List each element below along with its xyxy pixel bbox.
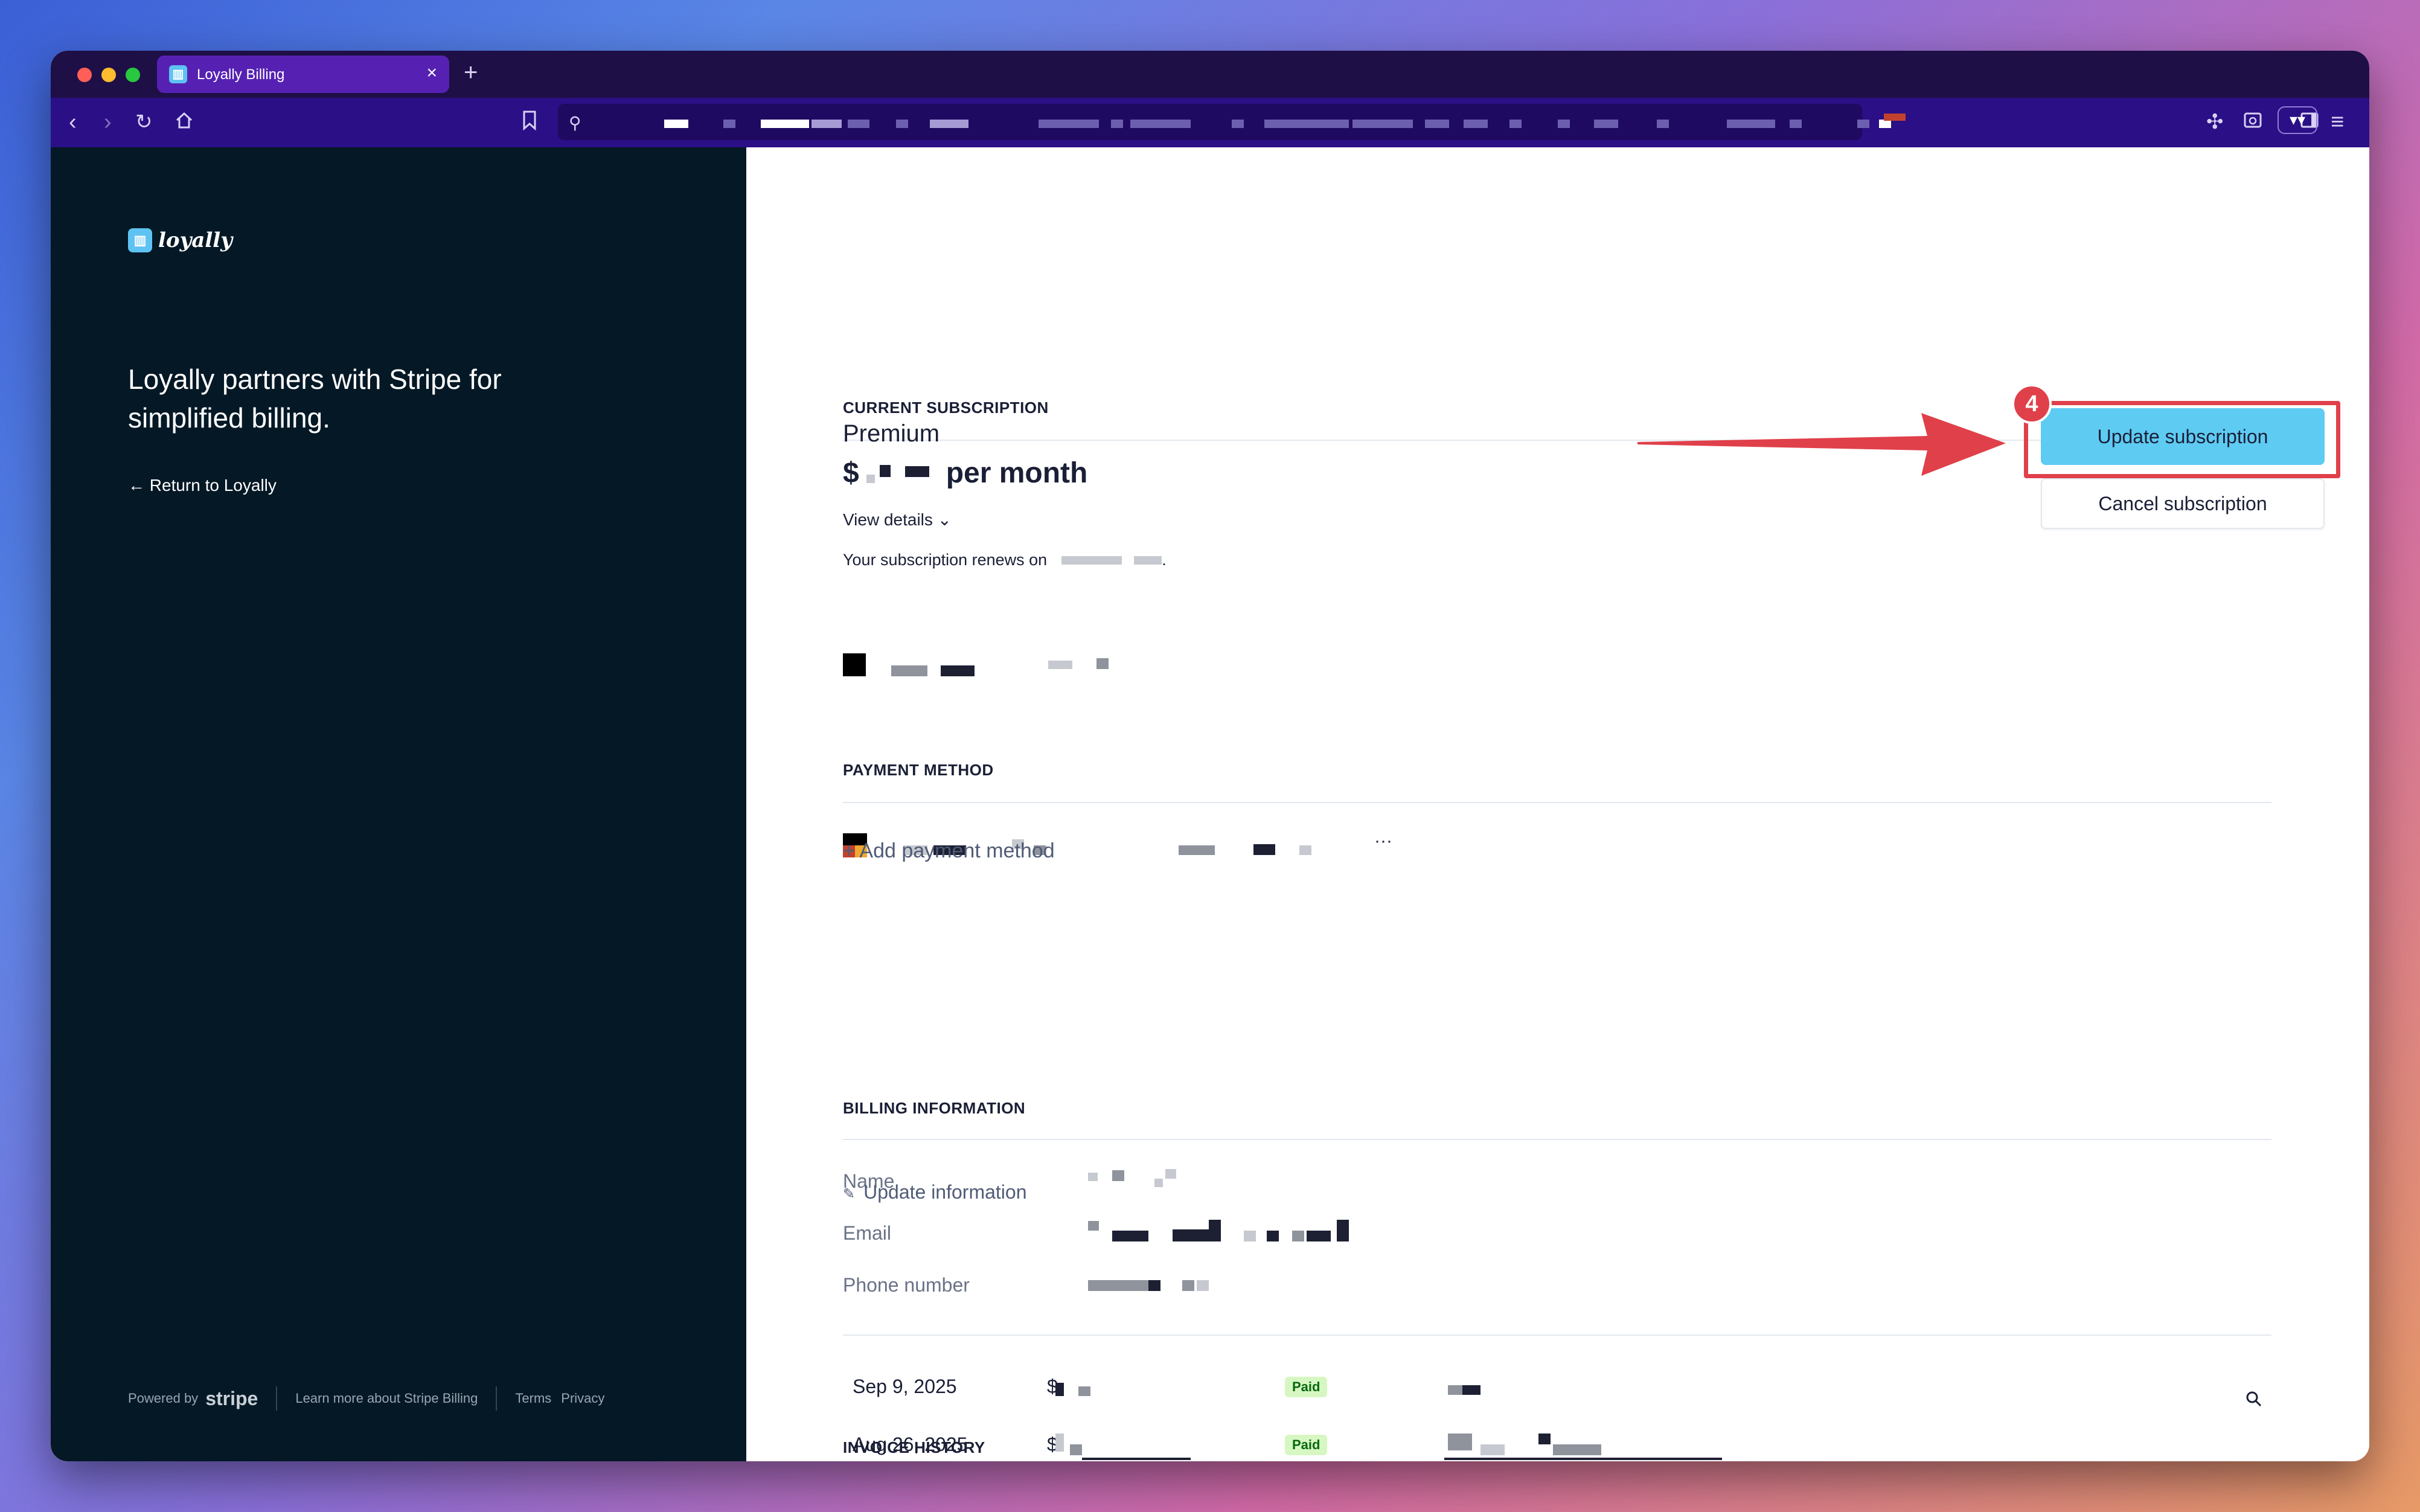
privacy-link[interactable]: Privacy [561,1391,604,1406]
invoice-list: Sep 9, 2025 $ Paid Aug 26, 2025 $ Paid [746,1295,2369,1461]
step-number-badge: 4 [2012,384,2052,424]
close-window-button[interactable] [77,68,92,82]
extensions-icon[interactable]: ✣ [2206,110,2224,134]
reader-view-icon[interactable] [2242,110,2263,135]
price-period: per month [946,457,1088,489]
return-link[interactable]: ← Return to Loyally [128,476,277,495]
phone-label: Phone number [843,1274,970,1296]
powered-by-text: Powered by [128,1391,199,1406]
home-icon[interactable] [174,110,194,135]
more-options-icon[interactable]: ··· [1374,831,1392,851]
back-icon[interactable]: ‹ [69,110,77,134]
section-title-payment: PAYMENT METHOD [843,761,994,779]
status-badge: Paid [1285,1377,1328,1397]
footer-divider [276,1386,278,1411]
invoice-row[interactable]: Sep 9, 2025 $ Paid [853,1376,2241,1406]
plan-price: $ per month [843,456,1087,490]
sidebar: ▥ loyally Loyally partners with Stripe f… [51,147,746,1461]
tab-title: Loyally Billing [197,66,285,83]
bookmark-icon[interactable] [520,110,539,135]
menu-icon[interactable]: ≡ [2331,110,2344,134]
browser-titlebar: ▥ Loyally Billing × + [51,51,2369,98]
annotation-highlight [2024,401,2340,478]
logo-text: loyally [158,228,232,252]
tab-loyally-billing[interactable]: ▥ Loyally Billing × [157,56,449,93]
sidebar-headline: Loyally partners with Stripe for simplif… [128,364,502,434]
minimize-window-button[interactable] [101,68,116,82]
divider [843,802,2271,803]
section-title-subscription: CURRENT SUBSCRIPTION [843,399,1049,417]
profile-icon[interactable]: ▾▾ [2278,106,2317,134]
loyally-logo-icon: ▥ [128,228,152,252]
cancel-subscription-button[interactable]: Cancel subscription [2041,478,2325,529]
learn-more-link[interactable]: Learn more about Stripe Billing [295,1391,478,1406]
plan-name: Premium [843,420,940,447]
invoice-date: Aug 26, 2025 [853,1434,968,1455]
status-badge: Paid [1285,1435,1328,1455]
terms-link[interactable]: Terms [515,1391,551,1406]
stripe-logo[interactable]: stripe [205,1388,258,1410]
divider [843,1334,2271,1336]
sidebar-footer: Powered by stripe Learn more about Strip… [128,1386,604,1411]
new-tab-button[interactable]: + [464,59,478,86]
invoice-date: Sep 9, 2025 [853,1376,957,1397]
footer-divider [496,1386,498,1411]
email-label: Email [843,1222,892,1244]
zoom-window-button[interactable] [126,68,140,82]
tab-close-icon[interactable]: × [426,64,437,82]
annotation-arrow [1637,413,2012,479]
renewal-text: Your subscription renews on . [843,551,1167,569]
update-information-link[interactable]: ✎ Update information [843,1181,1026,1203]
address-bar[interactable]: ⚲ [558,104,1906,140]
loyally-favicon-icon: ▥ [169,65,187,83]
browser-window: ▥ Loyally Billing × + ‹ › ↻ ⚲ ✣ ▾▾ ≡ ▥ l… [51,51,2369,1461]
section-title-billing: BILLING INFORMATION [843,1099,1026,1117]
site-settings-icon[interactable]: ⚲ [569,111,581,135]
billing-main: CURRENT SUBSCRIPTION Premium $ per month… [746,147,2369,1461]
forward-icon[interactable]: › [104,110,112,134]
currency-symbol: $ [843,457,859,489]
browser-toolbar: ‹ › ↻ ⚲ ✣ ▾▾ ≡ [51,98,2369,147]
renews-label: Your subscription renews on [843,551,1048,569]
invoice-row[interactable]: Aug 26, 2025 $ Paid [853,1434,2241,1461]
add-payment-method-link[interactable]: + Add payment method [843,839,1055,863]
reload-icon[interactable]: ↻ [135,110,153,134]
update-information-label: Update information [863,1181,1027,1203]
page-content: ▥ loyally Loyally partners with Stripe f… [51,147,2369,1461]
loyally-logo: ▥ loyally [128,228,232,252]
divider [843,1139,2271,1140]
view-details-link[interactable]: View details ⌄ [843,510,952,530]
edit-icon: ✎ [843,1186,856,1202]
